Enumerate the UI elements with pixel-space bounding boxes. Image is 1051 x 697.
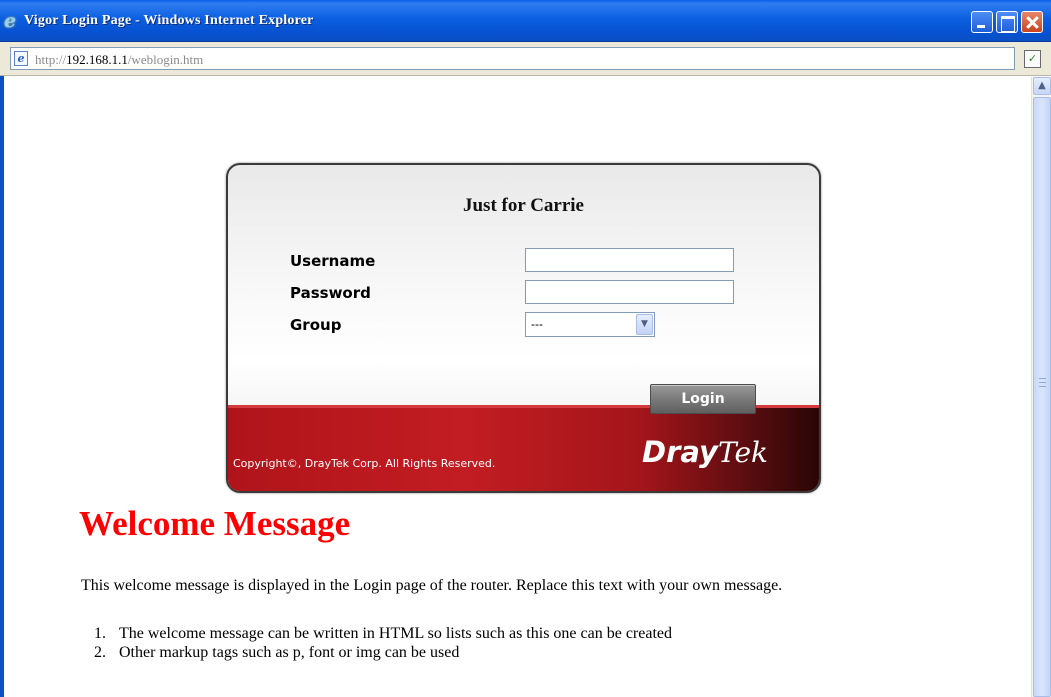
url-text[interactable]: http://192.168.1.1/weblogin.htm (35, 52, 203, 68)
login-button[interactable]: Login (650, 384, 756, 414)
password-label: Password (290, 284, 371, 302)
window-frame-left (0, 76, 4, 697)
welcome-text: This welcome message is displayed in the… (81, 577, 783, 594)
copyright-text: Copyright©, DrayTek Corp. All Rights Res… (233, 457, 496, 470)
certificate-icon[interactable]: ✓ (1024, 50, 1041, 68)
list-item: 2. Other markup tags such as p, font or i… (94, 644, 460, 661)
group-selected-value: --- (531, 317, 543, 331)
chevron-down-icon[interactable]: ▼ (636, 314, 653, 335)
url-field[interactable]: e http://192.168.1.1/weblogin.htm (10, 47, 1015, 70)
group-select[interactable]: --- ▼ (525, 312, 655, 337)
list-item: 1. The welcome message can be written in … (94, 625, 673, 642)
login-panel: Just for Carrie Username Password Group … (226, 163, 821, 493)
scroll-grip-icon (1039, 378, 1046, 387)
password-input[interactable] (525, 280, 734, 304)
username-label: Username (290, 252, 376, 270)
window-title: Vigor Login Page - Windows Internet Expl… (24, 13, 314, 28)
window-title-bar: e Vigor Login Page - Windows Internet Ex… (0, 0, 1051, 42)
maximize-button[interactable] (996, 11, 1018, 33)
welcome-list: 1. The welcome message can be written in … (94, 625, 672, 663)
welcome-title: Welcome Message (79, 504, 351, 543)
ie-logo-icon: e (4, 10, 17, 32)
group-label: Group (290, 316, 342, 334)
ie-page-icon: e (14, 51, 28, 66)
vertical-scrollbar[interactable]: ▲ (1031, 77, 1051, 697)
minimize-button[interactable] (971, 11, 993, 33)
scroll-up-arrow-icon[interactable]: ▲ (1033, 77, 1051, 95)
draytek-logo: DrayTek (642, 435, 769, 469)
login-title: Just for Carrie (462, 195, 584, 216)
username-input[interactable] (525, 248, 734, 272)
address-bar: e http://192.168.1.1/weblogin.htm ✓ (0, 42, 1051, 76)
scroll-thumb[interactable] (1033, 97, 1051, 697)
close-button[interactable] (1021, 11, 1043, 33)
